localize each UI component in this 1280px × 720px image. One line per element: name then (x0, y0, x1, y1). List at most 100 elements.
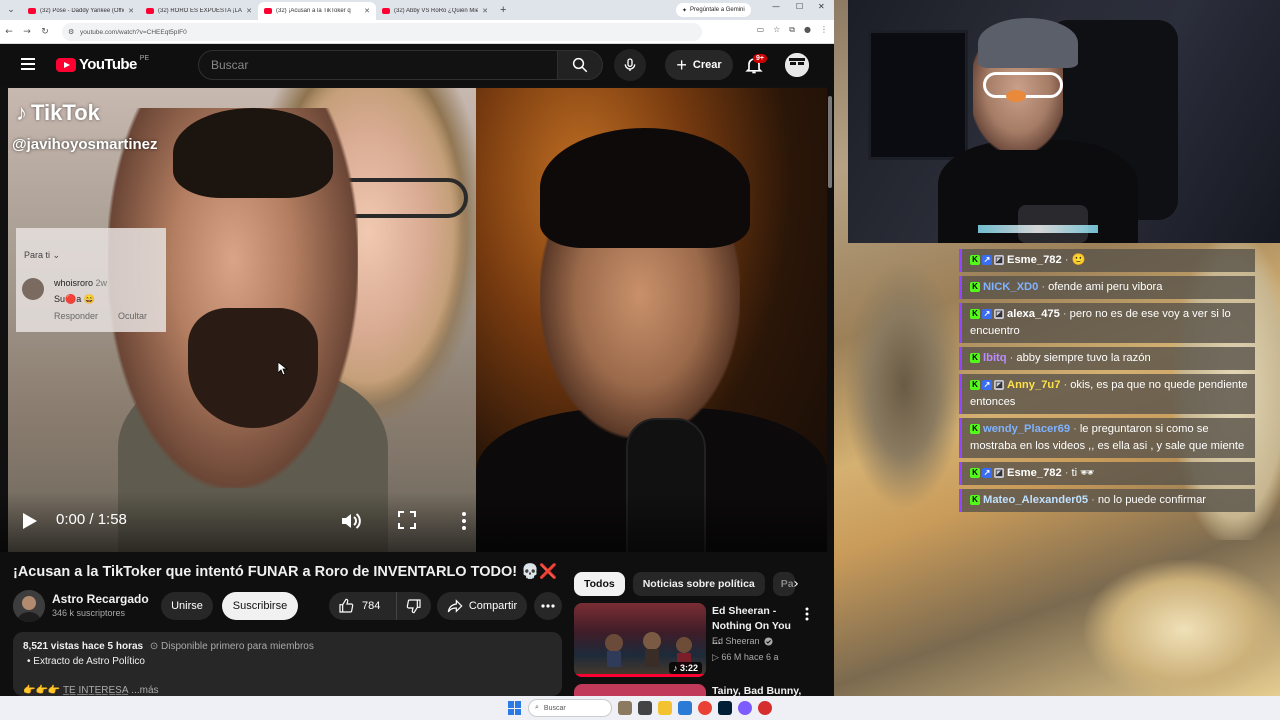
tab-0[interactable]: (32) Pose - Daddy Yankee (Offic ✕ (22, 2, 140, 20)
chat-separator: · (1062, 308, 1067, 320)
new-tab-button[interactable]: + (494, 4, 512, 16)
volume-icon[interactable] (340, 511, 362, 531)
url-text: youtube.com/watch?v=CHEEqt5pIF0 (80, 28, 187, 36)
chat-message: K ↗ ◪ Anny_7u7 · okis, es pa que no quede pen… (959, 374, 1255, 414)
profile-icon[interactable]: ● (804, 25, 811, 35)
dislike-button[interactable] (397, 592, 431, 620)
chat-text: no lo puede confirmar (1097, 494, 1207, 506)
search-icon: ⌕ (535, 704, 539, 711)
duration-badge: ♪ 3:22 (668, 662, 702, 674)
taskbar-search[interactable]: ⌕ Buscar (528, 699, 612, 717)
video-frame-right (476, 88, 827, 552)
comment-reply: Responder (54, 311, 99, 321)
youtube-logo[interactable]: YouTube PE (56, 55, 149, 73)
edge-icon[interactable] (678, 701, 692, 715)
close-icon[interactable]: ✕ (482, 7, 488, 15)
minimize-icon[interactable]: — (772, 2, 780, 11)
chrome-icon[interactable] (698, 701, 712, 715)
maximize-icon[interactable]: ☐ (796, 2, 803, 11)
video-player[interactable]: ♪ TikTok @javihoyosmartinez Para ti ⌄ wh… (0, 86, 827, 552)
url-field[interactable]: ⚙ youtube.com/watch?v=CHEEqt5pIF0 (62, 23, 702, 41)
back-icon[interactable]: ← (0, 27, 18, 37)
player-controls: 0:00 / 1:58 (0, 492, 827, 552)
youtube-header: YouTube PE Buscar + Crear 9+ (0, 44, 834, 86)
cast-icon[interactable]: ▭ (757, 25, 765, 35)
chat-username: NICK_XD0 (983, 281, 1039, 293)
bookmark-star-icon[interactable]: ☆ (773, 25, 780, 35)
webcam-microphone (1018, 205, 1088, 243)
chat-username: Esme_782 (1007, 467, 1062, 479)
description-more[interactable]: 👉👉👉 T̲E̲ I̲N̲T̲E̲R̲E̲S̲A̲ ...más (23, 685, 552, 696)
chat-badges: K ↗ ◪ (970, 309, 1004, 320)
close-icon[interactable]: ✕ (246, 7, 252, 15)
chat-separator: · (1041, 281, 1046, 293)
chat-username: wendy_Placer69 (983, 423, 1071, 435)
menu-icon[interactable] (21, 58, 35, 70)
windows-start-icon[interactable] (508, 701, 522, 715)
reload-icon[interactable]: ↻ (36, 27, 54, 37)
file-explorer-icon[interactable] (658, 701, 672, 715)
search-input[interactable]: Buscar (198, 50, 558, 80)
channel-avatar[interactable] (13, 590, 45, 622)
close-window-icon[interactable]: ✕ (818, 2, 825, 11)
fullscreen-icon[interactable] (398, 511, 416, 529)
create-button[interactable]: + Crear (665, 50, 733, 80)
voice-search-button[interactable] (614, 49, 646, 81)
chat-badges: K (970, 353, 980, 364)
scrollbar-thumb[interactable] (828, 96, 832, 188)
obs-icon[interactable] (738, 701, 752, 715)
more-options-icon[interactable] (458, 511, 470, 531)
recommendation-title-2[interactable]: Tainy, Bad Bunny, (712, 685, 801, 696)
more-actions-button[interactable] (534, 592, 562, 620)
account-avatar[interactable] (785, 53, 809, 77)
app-icon[interactable] (758, 701, 772, 715)
tab-search-icon[interactable]: ⌄ (0, 0, 22, 20)
widgets-icon[interactable] (618, 701, 632, 715)
ellipsis-icon (541, 604, 555, 608)
gemini-button[interactable]: ✦ Pregúntale a Gemini (676, 3, 751, 17)
tab-2-active[interactable]: (32) ¡Acusan a la TikToker q ✕ (258, 2, 376, 20)
kick-badge-icon: K (970, 380, 980, 391)
more-options-icon[interactable] (803, 606, 811, 622)
tab-bar: ⌄ (32) Pose - Daddy Yankee (Offic ✕ (32)… (0, 0, 834, 20)
page-scrollbar[interactable] (827, 86, 834, 696)
chat-message: K ↗ ◪ Esme_782 · 🙂 (959, 249, 1255, 272)
subscribe-button[interactable]: Suscribirse (222, 592, 298, 620)
video-title: ¡Acusan a la TikToker que intentó FUNAR … (13, 564, 558, 580)
chip-politics-news[interactable]: Noticias sobre política (632, 572, 765, 596)
tab-3[interactable]: (32) Abby VS RoRo ¿Quién Mie ✕ (376, 2, 494, 20)
photoshop-icon[interactable] (718, 701, 732, 715)
recommendation-thumbnail[interactable]: ♪ 3:22 (574, 603, 706, 677)
site-info-icon[interactable]: ⚙ (68, 28, 74, 36)
close-icon[interactable]: ✕ (364, 7, 370, 15)
share-button[interactable]: Compartir (437, 592, 527, 620)
man-hair (173, 108, 333, 198)
search-button[interactable] (557, 50, 603, 80)
chevron-right-icon[interactable]: › (786, 574, 806, 594)
channel-avatar-image (13, 590, 45, 622)
channel-name[interactable]: Astro Recargado (52, 592, 149, 606)
chat-username: Mateo_Alexander05 (983, 494, 1089, 506)
forward-icon[interactable]: → (18, 27, 36, 37)
chat-separator: · (1064, 467, 1069, 479)
chat-username: alexa_475 (1007, 308, 1060, 320)
description-meta: 8,521 vistas hace 5 horas ⊙ Disponible p… (23, 641, 552, 652)
verified-check-icon (763, 636, 773, 646)
tab-title: (32) Abby VS RoRo ¿Quién Mie (394, 8, 479, 14)
thumbs-down-icon (406, 599, 421, 614)
extensions-icon[interactable]: ⧉ (789, 25, 795, 35)
host-hair (540, 128, 750, 248)
recommendation-thumbnail-2[interactable] (574, 684, 706, 696)
like-button[interactable]: 784 (329, 592, 397, 620)
chat-message: K NICK_XD0 · ofende ami peru vibora (959, 276, 1255, 299)
play-icon[interactable] (22, 512, 38, 530)
tab-1[interactable]: (32) RORO ES EXPUESTA ¡LA TIK ✕ (140, 2, 258, 20)
recommendation-channel[interactable]: Ed Sheeran (712, 636, 773, 646)
description-box[interactable]: 8,521 vistas hace 5 horas ⊙ Disponible p… (13, 632, 562, 696)
join-button[interactable]: Unirse (161, 592, 213, 620)
task-view-icon[interactable] (638, 701, 652, 715)
chip-todos[interactable]: Todos (574, 572, 625, 596)
menu-kebab-icon[interactable]: ⋮ (820, 25, 828, 35)
close-icon[interactable]: ✕ (128, 7, 134, 15)
share-label: Compartir (468, 600, 518, 612)
